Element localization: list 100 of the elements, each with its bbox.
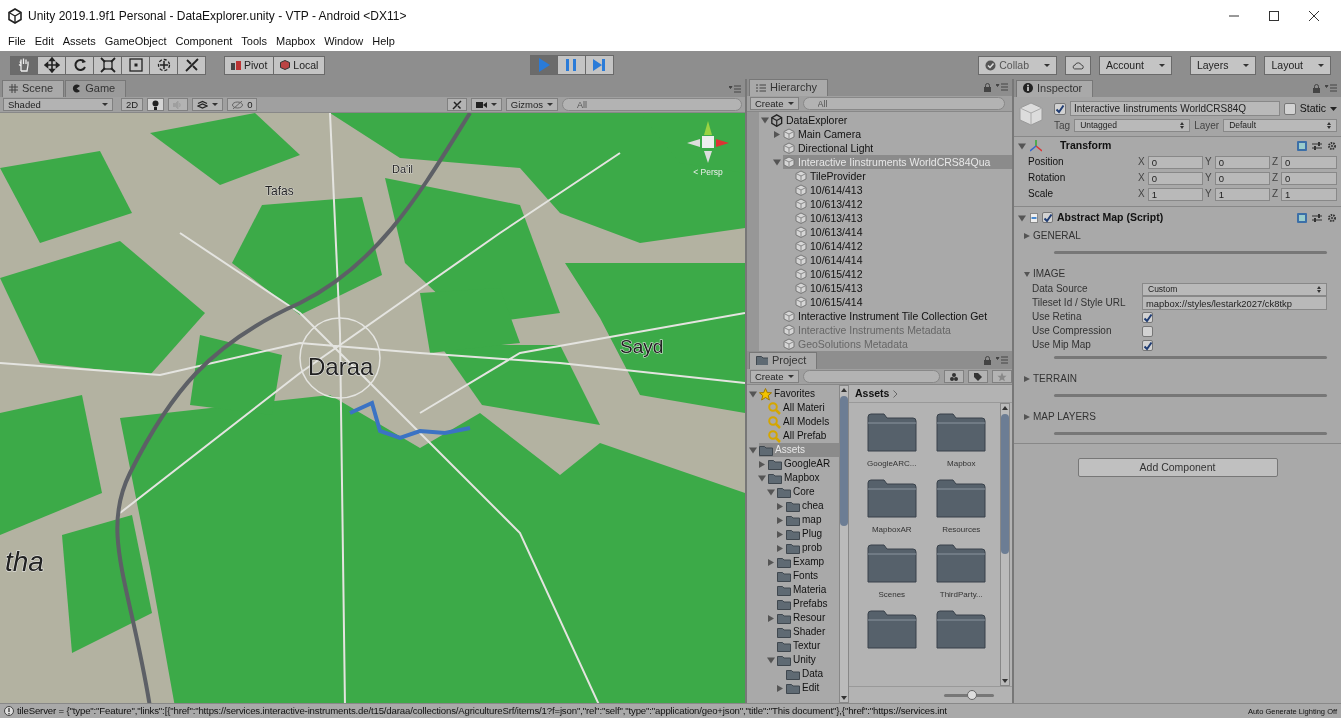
folder-icon[interactable] bbox=[936, 544, 987, 585]
active-checkbox[interactable] bbox=[1054, 102, 1066, 115]
section-title[interactable]: IMAGE bbox=[1033, 268, 1066, 280]
number-field[interactable]: 0 bbox=[1214, 171, 1270, 185]
tag-button[interactable] bbox=[967, 370, 988, 383]
pause-button[interactable] bbox=[557, 55, 586, 75]
gear-icon[interactable] bbox=[1327, 140, 1337, 151]
caret-icon[interactable] bbox=[1330, 106, 1337, 111]
number-field[interactable]: 1 bbox=[1281, 187, 1337, 201]
folder-icon[interactable] bbox=[936, 413, 987, 453]
option-checkbox[interactable] bbox=[1142, 339, 1153, 351]
slider-thumb[interactable] bbox=[966, 689, 977, 700]
account-button[interactable]: Account bbox=[1099, 55, 1172, 75]
play-button[interactable] bbox=[529, 55, 558, 75]
2d-toggle[interactable]: 2D bbox=[121, 98, 144, 111]
collapsed-arrow-icon[interactable] bbox=[776, 684, 784, 692]
collapsed-arrow-icon[interactable] bbox=[1024, 233, 1030, 239]
tree-item[interactable]: Fonts bbox=[777, 569, 839, 583]
lock-icon[interactable] bbox=[983, 356, 992, 365]
expanded-arrow-icon[interactable] bbox=[749, 446, 757, 454]
star-button[interactable] bbox=[991, 370, 1012, 383]
menu-item[interactable]: File bbox=[8, 34, 26, 49]
layout-button[interactable]: Layout bbox=[1264, 55, 1331, 75]
tool-button[interactable] bbox=[38, 55, 66, 75]
number-field[interactable]: 0 bbox=[1281, 155, 1337, 169]
option-checkbox[interactable] bbox=[1142, 325, 1153, 337]
panel-tab[interactable]: Inspector bbox=[1016, 79, 1094, 97]
panel-tab[interactable]: Hierarchy bbox=[749, 79, 829, 97]
tree-item[interactable]: Examp bbox=[777, 555, 839, 569]
collapsed-arrow-icon[interactable] bbox=[773, 130, 781, 138]
tree-item[interactable]: Data bbox=[786, 667, 839, 681]
sliders-icon[interactable] bbox=[1312, 140, 1322, 151]
tree-item[interactable]: Materia bbox=[777, 583, 839, 597]
tree-item[interactable]: 10/615/412 bbox=[795, 267, 1012, 281]
expanded-arrow-icon[interactable] bbox=[758, 474, 766, 482]
collapsed-arrow-icon[interactable] bbox=[776, 530, 784, 538]
option-checkbox[interactable] bbox=[1142, 311, 1153, 323]
add-component-button[interactable]: Add Component bbox=[1077, 458, 1278, 477]
tree-item[interactable]: Textur bbox=[777, 639, 839, 653]
tree-item[interactable]: Interactive Instrument Tile Collection Get bbox=[783, 309, 1012, 323]
expanded-arrow-icon[interactable] bbox=[1024, 271, 1030, 277]
tool-button[interactable] bbox=[94, 55, 122, 75]
tree-item[interactable]: 10/615/413 bbox=[795, 281, 1012, 295]
tree-item[interactable]: 10/614/414 bbox=[795, 253, 1012, 267]
number-field[interactable]: 1 bbox=[1214, 187, 1270, 201]
name-field[interactable]: Interactive Iinstruments WorldCRS84Q bbox=[1070, 101, 1280, 116]
folder-icon[interactable] bbox=[866, 609, 917, 650]
lighting-toggle[interactable] bbox=[147, 98, 165, 111]
tree-item[interactable]: TileProvider bbox=[795, 169, 1012, 183]
collapsed-arrow-icon[interactable] bbox=[776, 516, 784, 524]
expanded-arrow-icon[interactable] bbox=[761, 116, 769, 124]
local-button[interactable]: Local bbox=[274, 55, 326, 75]
collapsed-arrow-icon[interactable] bbox=[1024, 414, 1030, 420]
menu-item[interactable]: Edit bbox=[34, 34, 54, 49]
panel-menu-icon[interactable] bbox=[996, 356, 1008, 364]
effects-dropdown[interactable] bbox=[192, 98, 224, 111]
tree-item[interactable]: Favorites bbox=[759, 387, 839, 401]
collapsed-arrow-icon[interactable] bbox=[1024, 376, 1030, 382]
folder-icon[interactable] bbox=[866, 544, 917, 585]
scroll-down-icon[interactable] bbox=[841, 696, 847, 700]
filter-type-button[interactable] bbox=[943, 370, 964, 383]
cube-icon[interactable] bbox=[1018, 101, 1044, 127]
tree-item[interactable]: Core bbox=[777, 485, 839, 499]
folder-icon[interactable] bbox=[936, 478, 987, 519]
tree-item[interactable]: Main Camera bbox=[783, 127, 1012, 141]
console-message[interactable]: tileServer = {"type":"Feature","links":[{"href":"https://services.interactive-instruments.de/t15/daraa/collections/AgricultureSrf/items/1?f=json","rel":"self","type":"application/geo+json","title":"This document"},{"href":"https://services.int bbox=[17, 705, 947, 717]
hidden-objects-toggle[interactable]: 0 bbox=[227, 98, 258, 111]
tool-button[interactable] bbox=[66, 55, 94, 75]
tree-item[interactable]: All Prefab bbox=[768, 429, 839, 443]
collapsed-arrow-icon[interactable] bbox=[767, 558, 775, 566]
source-dropdown[interactable]: Custom bbox=[1142, 282, 1327, 296]
panel-menu-icon[interactable] bbox=[996, 83, 1008, 92]
tree-item[interactable]: Prefabs bbox=[777, 597, 839, 611]
audio-toggle[interactable] bbox=[168, 98, 189, 111]
tree-item[interactable]: Plug bbox=[786, 527, 839, 541]
create-dropdown[interactable]: Create bbox=[750, 97, 799, 111]
expanded-arrow-icon[interactable] bbox=[773, 158, 781, 166]
shading-dropdown[interactable]: Shaded bbox=[3, 98, 113, 111]
tree-item[interactable]: DataExplorer bbox=[771, 113, 1012, 127]
collapsed-arrow-icon[interactable] bbox=[776, 544, 784, 552]
static-checkbox[interactable] bbox=[1283, 102, 1296, 115]
create-dropdown[interactable]: Create bbox=[750, 370, 799, 383]
tree-item[interactable]: 10/613/414 bbox=[795, 225, 1012, 239]
tree-item[interactable]: Mapbox bbox=[768, 471, 839, 485]
collapsed-arrow-icon[interactable] bbox=[758, 460, 766, 468]
folder-label[interactable]: Scenes bbox=[878, 590, 906, 600]
folder-label[interactable]: Resources bbox=[942, 524, 981, 535]
book-icon[interactable] bbox=[1297, 140, 1307, 151]
tree-item[interactable]: chea bbox=[786, 499, 839, 513]
folder-label[interactable]: MapboxAR bbox=[871, 524, 912, 535]
section-title[interactable]: TERRAIN bbox=[1033, 373, 1077, 385]
component-title[interactable]: Abstract Map (Script) bbox=[1057, 211, 1164, 224]
tree-item[interactable]: Edit bbox=[786, 681, 839, 695]
layers-button[interactable]: Layers bbox=[1189, 55, 1257, 75]
menu-item[interactable]: GameObject bbox=[104, 34, 167, 49]
book-icon[interactable] bbox=[1297, 212, 1307, 223]
menu-item[interactable]: Window bbox=[324, 34, 364, 49]
search-field[interactable]: All bbox=[802, 97, 1005, 111]
folder-icon[interactable] bbox=[936, 609, 987, 650]
maximize-icon[interactable] bbox=[1269, 11, 1279, 21]
